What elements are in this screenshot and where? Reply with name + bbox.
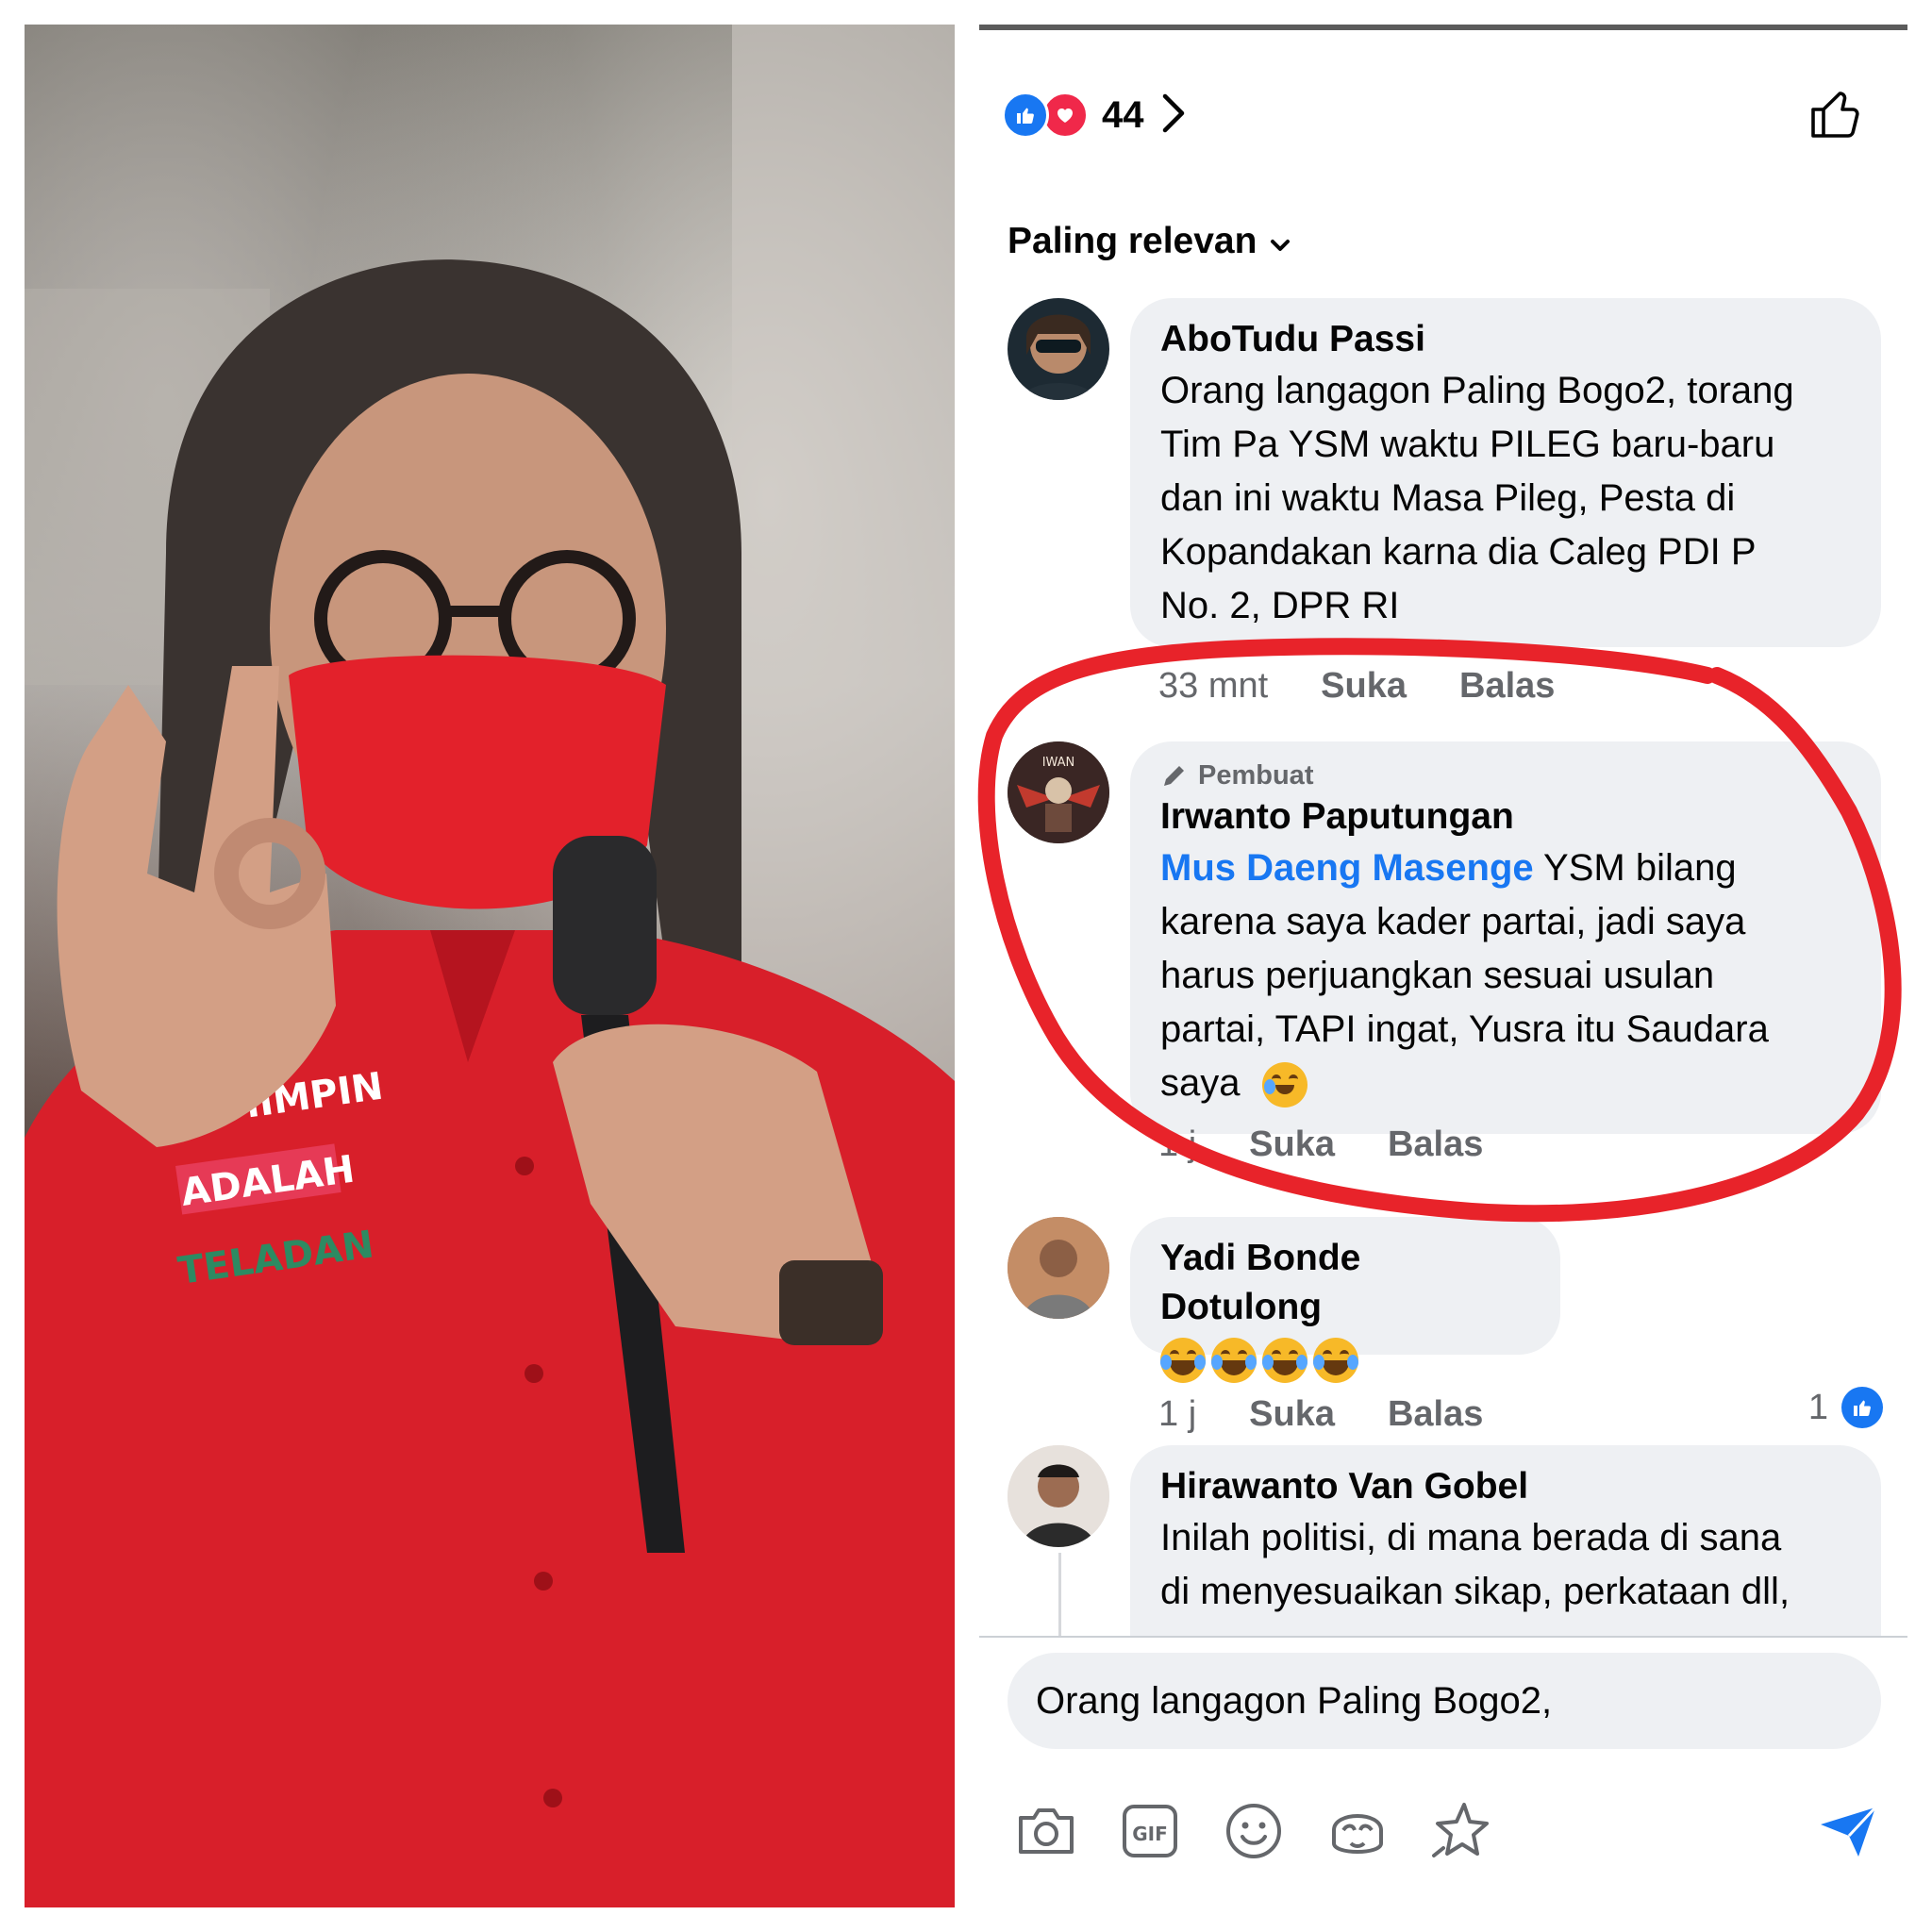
composer-toolbar: GIF <box>1013 1798 1881 1864</box>
comment-line: Inilah politisi, di mana berada di sana <box>1160 1517 1782 1558</box>
comment-author[interactable]: Hirawanto Van Gobel <box>1160 1462 1853 1511</box>
comment-author[interactable]: Yadi Bonde Dotulong <box>1160 1234 1532 1332</box>
reactions-summary[interactable]: 44 <box>1002 77 1186 153</box>
author-badge-label: Pembuat <box>1198 760 1314 791</box>
comment-input[interactable]: Orang langagon Paling Bogo2, <box>1008 1653 1881 1749</box>
reply-action[interactable]: Balas <box>1388 1394 1483 1435</box>
comment-author[interactable]: Irwanto Paputungan <box>1160 792 1853 841</box>
comment-line-text: saya <box>1160 1062 1241 1104</box>
chevron-right-icon[interactable] <box>1161 92 1186 139</box>
comment-line-rest: YSM bilang <box>1533 847 1737 889</box>
chevron-down-icon <box>1270 221 1291 262</box>
post-photo: PEMIMPIN ADALAH TELADAN <box>25 25 955 1907</box>
laughing-tears-emoji-icon <box>1160 1338 1206 1384</box>
crying-smile-emoji-icon <box>1261 1062 1307 1108</box>
sort-dropdown[interactable]: Paling relevan <box>1008 221 1291 262</box>
comment-line: Mus Daeng Masenge YSM bilang <box>1160 841 1853 895</box>
reaction-count: 44 <box>1102 93 1144 136</box>
comment-line: Tim Pa YSM waktu PILEG baru-baru <box>1160 424 1775 465</box>
comment-line: Orang langagon Paling Bogo2, torang <box>1160 370 1794 411</box>
comment-line: karena saya kader partai, jadi saya <box>1160 901 1746 942</box>
sort-label: Paling relevan <box>1008 221 1257 261</box>
send-icon[interactable] <box>1815 1798 1881 1864</box>
comment-line: dan ini waktu Masa Pileg, Pesta di <box>1160 477 1736 519</box>
camera-icon[interactable] <box>1013 1798 1079 1864</box>
sparkle-icon[interactable] <box>1428 1798 1494 1864</box>
like-reaction-icon <box>1002 92 1049 139</box>
avatar-sticker-icon[interactable] <box>1324 1798 1391 1864</box>
reply-action[interactable]: Balas <box>1459 666 1555 707</box>
comment-like-count-value: 1 <box>1807 1387 1828 1427</box>
avatar[interactable]: IWAN <box>1008 741 1109 843</box>
comment-meta: 33 mnt Suka Balas <box>1158 666 1607 707</box>
comment-input-value: Orang langagon Paling Bogo2, <box>1036 1679 1553 1722</box>
author-badge: Pembuat <box>1160 758 1853 792</box>
laughing-tears-emoji-icon <box>1211 1338 1257 1384</box>
laughing-tears-emoji-icon <box>1262 1338 1307 1384</box>
comment-time: 33 mnt <box>1158 666 1269 706</box>
comment-line: Kopandakan karna dia Caleg PDI P <box>1160 531 1757 573</box>
like-action[interactable]: Suka <box>1249 1394 1335 1435</box>
comment-line: partai, TAPI ingat, Yusra itu Saudara <box>1160 1008 1769 1050</box>
comment-author[interactable]: AboTudu Passi <box>1160 315 1853 364</box>
emoji-icon[interactable] <box>1221 1798 1287 1864</box>
reply-action[interactable]: Balas <box>1388 1124 1483 1165</box>
top-divider <box>979 25 1907 30</box>
comment-line: No. 2, DPR RI <box>1160 585 1400 626</box>
avatar[interactable] <box>1008 298 1109 400</box>
like-outline-icon[interactable] <box>1809 87 1864 144</box>
comment-bubble: AboTudu Passi Orang langagon Paling Bogo… <box>1130 298 1881 647</box>
comment-line: di menyesuaikan sikap, perkataan dll, <box>1160 1571 1790 1612</box>
like-action[interactable]: Suka <box>1249 1124 1335 1165</box>
comment-like-count[interactable]: 1 <box>1808 1387 1883 1428</box>
emoji-row <box>1160 1332 1532 1386</box>
photo-subject-illustration: PEMIMPIN ADALAH TELADAN <box>25 25 955 1907</box>
comment-line: harus perjuangkan sesuai usulan <box>1160 955 1715 996</box>
like-badge-icon <box>1841 1387 1883 1428</box>
laughing-tears-emoji-icon <box>1313 1338 1358 1384</box>
comment-time: 1 j <box>1158 1394 1197 1434</box>
pencil-icon <box>1164 766 1184 786</box>
svg-text:GIF: GIF <box>1132 1823 1168 1845</box>
comment-time: 1 j <box>1158 1124 1197 1164</box>
comment-line: saya <box>1160 1057 1853 1110</box>
comment-bubble: Pembuat Irwanto Paputungan Mus Daeng Mas… <box>1130 741 1881 1134</box>
comment-meta: 1 j Suka Balas <box>1158 1394 1536 1435</box>
mention-link[interactable]: Mus Daeng Masenge <box>1160 847 1534 889</box>
avatar[interactable] <box>1008 1445 1109 1547</box>
comment-bubble: Yadi Bonde Dotulong <box>1130 1217 1560 1384</box>
gif-icon[interactable]: GIF <box>1117 1798 1183 1864</box>
comment-meta: 1 j Suka Balas <box>1158 1124 1536 1165</box>
composer-divider <box>979 1636 1907 1638</box>
comments-panel: 44 Paling relevan AboTudu Passi Orang la… <box>979 25 1907 1907</box>
avatar[interactable] <box>1008 1217 1109 1319</box>
like-action[interactable]: Suka <box>1321 666 1407 707</box>
svg-text:IWAN: IWAN <box>1042 756 1075 770</box>
